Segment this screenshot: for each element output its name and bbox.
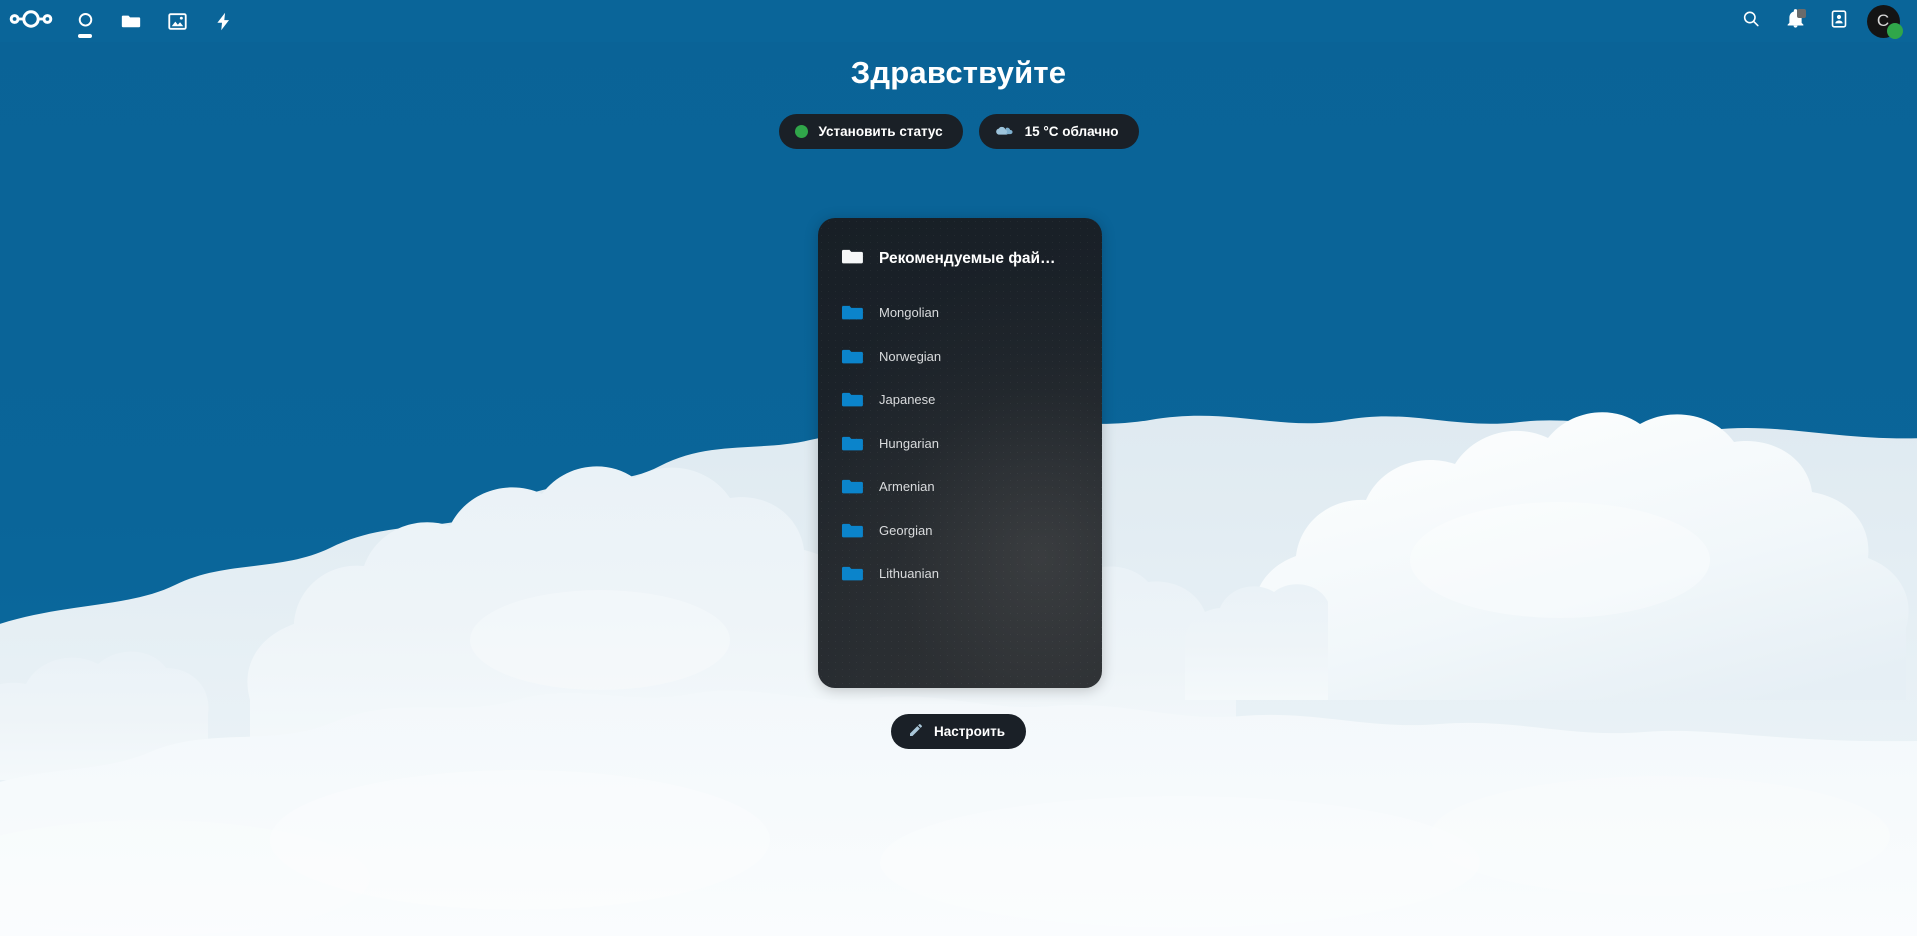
list-item-label: Armenian [879,479,935,495]
nav-right-group: C [1729,0,1917,42]
pencil-icon [908,722,924,741]
list-item[interactable]: Armenian [818,465,1102,509]
list-item-label: Georgian [879,522,933,538]
notifications-button[interactable] [1773,0,1817,42]
recommended-files-list: Mongolian Norwegian Japanese Hungarian A… [818,291,1102,596]
widget-title: Рекомендуемые фай… [879,250,1056,267]
active-app-indicator [78,34,92,38]
photos-icon [167,11,188,32]
dashboard-main: Здравствуйте Установить статус 15 °C обл… [0,0,1917,936]
folder-icon [840,387,865,412]
nav-app-dashboard[interactable] [62,0,108,42]
avatar-online-status-dot [1887,23,1903,39]
set-status-label: Установить статус [818,124,943,140]
list-item[interactable]: Lithuanian [818,552,1102,596]
list-item[interactable]: Georgian [818,509,1102,553]
list-item-label: Norwegian [879,348,942,364]
customize-button-row: Настроить [0,714,1917,749]
folder-icon [840,474,865,499]
customize-button-label: Настроить [933,724,1006,739]
nav-app-files[interactable] [108,0,154,42]
search-button[interactable] [1729,0,1773,42]
weather-status-button[interactable]: 15 °C облачно [978,114,1139,150]
list-item[interactable]: Norwegian [818,335,1102,379]
recommended-files-widget: Рекомендуемые фай… Mongolian Norwegian J… [818,218,1102,688]
list-item-label: Hungarian [879,435,939,451]
list-item[interactable]: Japanese [818,378,1102,422]
nav-app-photos[interactable] [154,0,200,42]
nextcloud-logo-icon [9,8,53,35]
list-item-label: Lithuanian [879,566,939,582]
list-item[interactable]: Mongolian [818,291,1102,335]
folder-icon [840,561,865,586]
notification-badge [1797,9,1806,18]
list-item-label: Mongolian [879,305,939,321]
folder-icon [840,344,865,369]
dashboard-icon [75,11,96,32]
status-button-row: Установить статус 15 °C облачно [778,114,1139,150]
nav-app-activity[interactable] [200,0,246,42]
folder-icon [840,300,865,325]
page-title: Здравствуйте [850,55,1067,90]
status-online-dot-icon [794,125,808,139]
cloud-icon [995,124,1014,139]
search-icon [1741,9,1761,34]
nav-left-group [0,0,246,42]
folder-icon [840,518,865,543]
list-item[interactable]: Hungarian [818,422,1102,466]
widget-header: Рекомендуемые фай… [818,218,1102,274]
folder-icon [840,431,865,456]
lightning-icon [213,11,234,32]
top-navigation-bar: C [0,0,1917,42]
contacts-button[interactable] [1817,0,1861,42]
list-item-label: Japanese [879,392,936,408]
set-status-button[interactable]: Установить статус [778,114,963,150]
customize-button[interactable]: Настроить [890,714,1027,749]
contacts-icon [1829,9,1849,34]
folder-icon [120,10,142,32]
nextcloud-logo-button[interactable] [0,0,62,42]
weather-label: 15 °C облачно [1024,124,1119,140]
user-avatar-button[interactable]: C [1861,0,1905,42]
widget-folder-icon [840,244,865,274]
